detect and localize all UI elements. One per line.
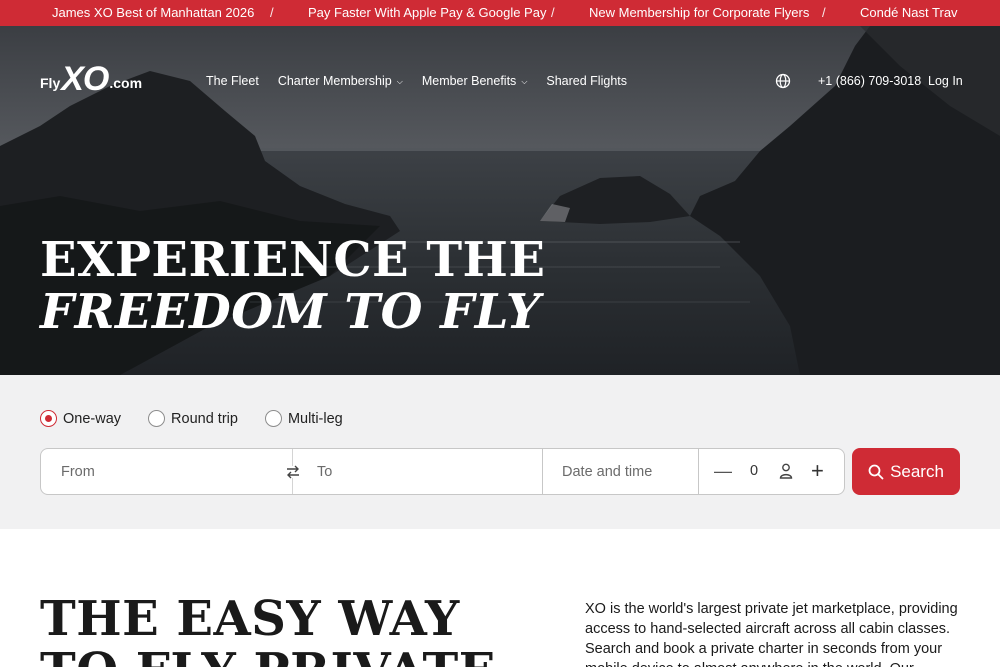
increase-passengers-button[interactable]: +: [811, 458, 824, 484]
phone-number-link[interactable]: +1 (866) 709-3018: [818, 74, 921, 88]
hero-headline-line-1: EXPERIENCE THE: [40, 232, 546, 288]
nav-item-label: Charter Membership: [277, 74, 392, 88]
nav-item-label: Shared Flights: [546, 74, 627, 88]
hero-headline: EXPERIENCE THE FREEDOM TO FLY: [40, 234, 545, 338]
swap-arrows-icon[interactable]: [284, 463, 302, 481]
radio-unselected-icon[interactable]: [148, 410, 166, 427]
search-bar: From To Date and time — 0 +: [40, 448, 845, 495]
search-button-label: Search: [890, 461, 944, 481]
trip-type-label: Multi-leg: [287, 410, 343, 427]
passenger-count: 0: [750, 463, 759, 479]
nav-item-label: Member Benefits: [421, 74, 517, 88]
trip-type-label: One-way: [63, 410, 122, 427]
ticker-item[interactable]: New Membership for Corporate Flyers: [589, 5, 809, 20]
decrease-passengers-button[interactable]: —: [714, 461, 732, 482]
trip-type-one-way[interactable]: One-way: [40, 410, 121, 427]
radio-unselected-icon[interactable]: [264, 410, 282, 427]
trip-type-multi-leg[interactable]: Multi-leg: [264, 410, 343, 427]
globe-icon[interactable]: [775, 73, 791, 89]
hero-headline-line-2: FREEDOM TO FLY: [40, 284, 541, 340]
to-input[interactable]: To: [317, 449, 332, 494]
ticker-separator: /: [822, 5, 826, 20]
search-button[interactable]: Search: [852, 448, 960, 495]
intro-heading: THE EASY WAY TO FLY PRIVATE: [40, 593, 496, 667]
chevron-down-icon: ⌵: [396, 77, 403, 86]
ticker-separator: /: [551, 5, 555, 20]
nav-item-label: The Fleet: [206, 74, 259, 88]
intro-heading-line-1: THE EASY WAY: [40, 591, 460, 647]
field-divider: [542, 449, 543, 494]
ticker-item[interactable]: Pay Faster With Apple Pay & Google Pay: [308, 5, 546, 20]
hero-section: Fly XO .com The Fleet Charter Membership…: [0, 26, 1000, 375]
ticker-separator: /: [270, 5, 274, 20]
ticker-item[interactable]: Condé Nast Trav: [860, 5, 958, 20]
logo-xo-text: XO: [61, 60, 109, 98]
ticker-item[interactable]: James XO Best of Manhattan 2026: [52, 5, 254, 20]
nav-item-the-fleet[interactable]: The Fleet: [206, 74, 259, 88]
from-input[interactable]: From: [61, 449, 95, 494]
flight-search-panel: One-way Round trip Multi-leg From To Dat…: [0, 375, 1000, 529]
nav-item-member-benefits[interactable]: Member Benefits ⌵: [422, 74, 528, 88]
nav-item-charter-membership[interactable]: Charter Membership ⌵: [278, 74, 403, 88]
trip-type-round-trip[interactable]: Round trip: [148, 410, 238, 427]
logo-com-text: .com: [109, 75, 143, 91]
nav-item-shared-flights[interactable]: Shared Flights: [546, 74, 627, 88]
date-time-input[interactable]: Date and time: [562, 449, 652, 494]
trip-type-selector: One-way Round trip Multi-leg: [40, 410, 370, 427]
logo-fly-text: Fly: [40, 75, 61, 91]
announcement-ticker: James XO Best of Manhattan 2026 / Pay Fa…: [0, 0, 1000, 26]
flyxo-logo[interactable]: Fly XO .com: [40, 62, 142, 96]
main-nav: The Fleet Charter Membership ⌵ Member Be…: [206, 74, 646, 88]
person-icon: [779, 463, 793, 479]
intro-paragraph: XO is the world's largest private jet ma…: [585, 601, 958, 667]
intro-heading-line-2: TO FLY PRIVATE: [40, 645, 496, 667]
trip-type-label: Round trip: [171, 410, 238, 427]
chevron-down-icon: ⌵: [521, 77, 528, 86]
login-link[interactable]: Log In: [928, 74, 963, 88]
search-icon: [868, 464, 884, 479]
field-divider: [698, 449, 699, 494]
radio-selected-icon[interactable]: [40, 410, 57, 427]
